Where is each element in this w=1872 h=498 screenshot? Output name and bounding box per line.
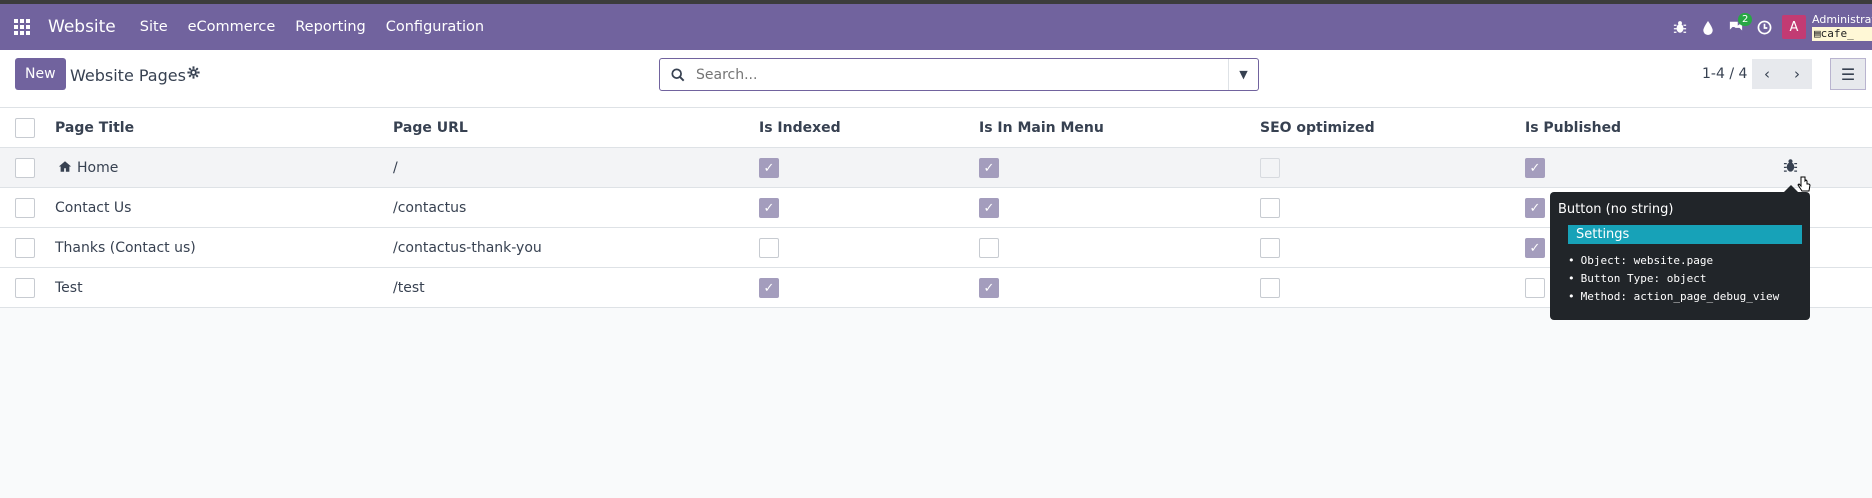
is-published-checkbox[interactable] <box>1525 278 1545 298</box>
page-title-cell[interactable]: Contact Us <box>55 188 131 228</box>
row-select-checkbox[interactable] <box>15 198 35 218</box>
debug-bug-icon[interactable] <box>1666 4 1694 50</box>
row-select-checkbox[interactable] <box>15 158 35 178</box>
tooltip-help: Settings <box>1568 225 1802 244</box>
messages-icon[interactable]: 2 <box>1722 4 1753 50</box>
database-name: ▤cafe_ <box>1812 27 1872 41</box>
pager-next-button[interactable]: › <box>1782 59 1812 89</box>
main-menu-checkbox[interactable]: ✓ <box>979 158 999 178</box>
pager-previous-button[interactable]: ‹ <box>1752 59 1782 89</box>
seo-optimized-checkbox <box>1260 278 1280 298</box>
chevron-right-icon: › <box>1794 65 1800 83</box>
column-header-main-menu[interactable]: Is In Main Menu <box>979 108 1104 148</box>
row-select-checkbox[interactable] <box>15 278 35 298</box>
page-title-cell[interactable]: Home <box>58 148 118 188</box>
main-menu-checkbox[interactable] <box>979 238 999 258</box>
select-all-checkbox[interactable] <box>15 118 35 138</box>
mouse-cursor-icon <box>1797 176 1811 192</box>
activity-clock-icon[interactable] <box>1750 4 1778 50</box>
main-navbar: Website Site eCommerce Reporting Configu… <box>0 4 1872 50</box>
table-row[interactable]: Home / ✓ ✓ ✓ <box>0 148 1872 188</box>
search-icon[interactable] <box>660 67 696 82</box>
control-panel: New Website Pages ▼ 1-4 / 4 ‹ › ☰ <box>0 50 1872 108</box>
user-menu[interactable]: Administrator ▤cafe_ <box>1812 13 1872 41</box>
breadcrumb-title: Website Pages <box>70 66 186 85</box>
pager-value[interactable]: 1-4 / 4 <box>1702 66 1747 82</box>
apps-grid-icon <box>14 19 30 35</box>
seo-optimized-checkbox <box>1260 238 1280 258</box>
page-url-cell[interactable]: /test <box>393 268 425 308</box>
is-published-checkbox[interactable]: ✓ <box>1525 238 1545 258</box>
row-select-checkbox[interactable] <box>15 238 35 258</box>
page-url-cell[interactable]: /contactus-thank-you <box>393 228 542 268</box>
column-header-seo[interactable]: SEO optimized <box>1260 108 1375 148</box>
page-title-cell[interactable]: Test <box>55 268 83 308</box>
search-bar: ▼ <box>659 58 1259 91</box>
database-icon: ▤ <box>1814 27 1821 40</box>
is-published-checkbox[interactable]: ✓ <box>1525 198 1545 218</box>
apps-menu-button[interactable] <box>0 4 44 50</box>
caret-down-icon: ▼ <box>1239 68 1248 81</box>
is-indexed-checkbox[interactable]: ✓ <box>759 158 779 178</box>
menu-site[interactable]: Site <box>130 19 178 35</box>
column-header-is-indexed[interactable]: Is Indexed <box>759 108 841 148</box>
page-title-cell[interactable]: Thanks (Contact us) <box>55 228 196 268</box>
is-indexed-checkbox[interactable]: ✓ <box>759 198 779 218</box>
column-header-page-url[interactable]: Page URL <box>393 108 468 148</box>
is-indexed-checkbox[interactable]: ✓ <box>759 278 779 298</box>
seo-optimized-checkbox <box>1260 158 1280 178</box>
column-header-published[interactable]: Is Published <box>1525 108 1621 148</box>
main-menu-checkbox[interactable]: ✓ <box>979 198 999 218</box>
is-published-checkbox[interactable]: ✓ <box>1525 158 1545 178</box>
is-indexed-checkbox[interactable] <box>759 238 779 258</box>
tooltip-title: Button (no string) <box>1558 202 1674 217</box>
menu-configuration[interactable]: Configuration <box>376 19 494 35</box>
new-button[interactable]: New <box>15 58 66 90</box>
chevron-left-icon: ‹ <box>1764 65 1770 83</box>
select-all-cell <box>15 108 35 148</box>
seo-optimized-checkbox <box>1260 198 1280 218</box>
debug-settings-bug-icon[interactable] <box>1783 158 1798 177</box>
main-menu-checkbox[interactable]: ✓ <box>979 278 999 298</box>
search-input[interactable] <box>696 59 1228 90</box>
app-brand[interactable]: Website <box>44 17 130 37</box>
home-icon <box>58 160 72 177</box>
tooltip-detail-method: Method: action_page_debug_view <box>1568 288 1802 306</box>
gear-icon[interactable] <box>187 66 200 83</box>
debug-tooltip: Button (no string) Settings Object: webs… <box>1550 185 1810 320</box>
column-header-page-title[interactable]: Page Title <box>55 108 134 148</box>
tooltip-detail-object: Object: website.page <box>1568 252 1802 270</box>
user-avatar[interactable]: A <box>1782 15 1806 39</box>
list-icon: ☰ <box>1840 64 1856 84</box>
menu-reporting[interactable]: Reporting <box>285 19 376 35</box>
user-name: Administrator <box>1812 13 1872 26</box>
page-url-cell[interactable]: /contactus <box>393 188 466 228</box>
search-options-toggle[interactable]: ▼ <box>1228 59 1258 90</box>
list-view-button[interactable]: ☰ <box>1830 58 1866 90</box>
systray: 2 A Administrator ▤cafe_ <box>1666 4 1872 50</box>
tooltip-details: Object: website.page Button Type: object… <box>1568 252 1802 306</box>
tooltip-detail-button-type: Button Type: object <box>1568 270 1802 288</box>
table-header-row: Page Title Page URL Is Indexed Is In Mai… <box>0 108 1872 148</box>
menu-ecommerce[interactable]: eCommerce <box>178 19 286 35</box>
color-drop-icon[interactable] <box>1694 4 1722 50</box>
page-url-cell[interactable]: / <box>393 148 398 188</box>
